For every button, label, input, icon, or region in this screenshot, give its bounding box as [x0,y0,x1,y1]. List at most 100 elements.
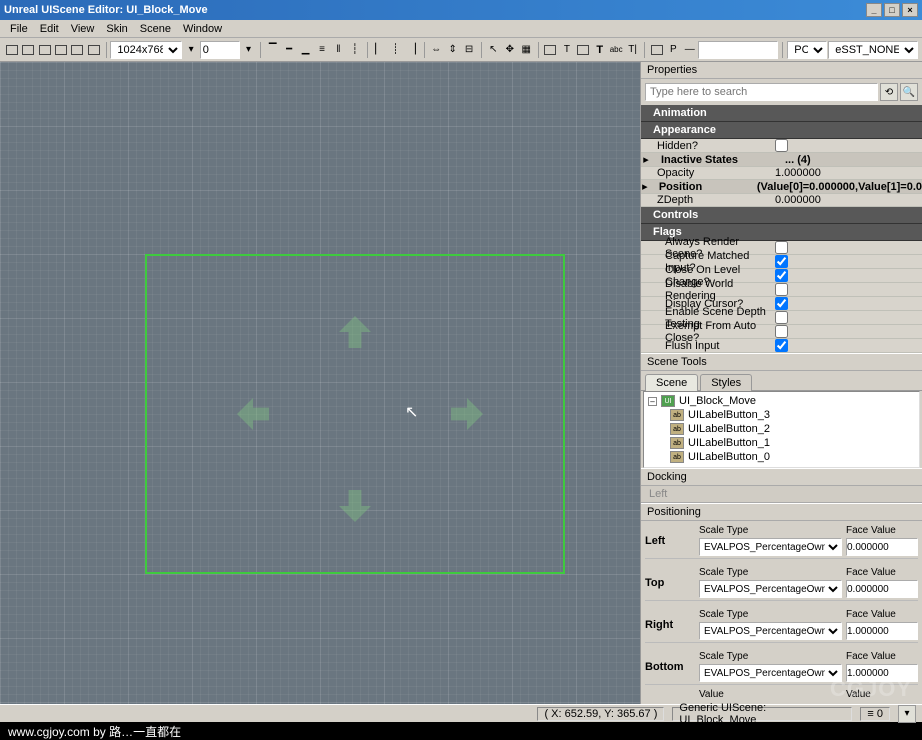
tool-btn-3[interactable] [37,41,52,59]
scale-type-dropdown[interactable]: EVALPOS_PercentageOwner [699,580,842,598]
tool-text-icon[interactable]: T [559,41,574,59]
maximize-button[interactable]: □ [884,3,900,17]
menu-skin[interactable]: Skin [100,23,133,35]
prop-row-position[interactable]: ▸ Position (Value[0]=0.000000,Value[1]=0… [641,180,922,194]
face-value-input[interactable] [846,622,918,640]
move-icon[interactable]: ✥ [502,41,517,59]
pointer-icon[interactable]: ↖ [486,41,501,59]
tool-btn-5[interactable] [70,41,85,59]
dist-btn-1[interactable]: ⇔ [429,41,444,59]
face-value-input[interactable] [846,580,918,598]
separator [644,42,645,58]
scale-type-dropdown[interactable]: EVALPOS_PercentageOwner [699,622,842,640]
tool-p-icon[interactable]: P [666,41,681,59]
tool-p1[interactable] [649,41,664,59]
menu-file[interactable]: File [4,23,34,35]
section-appearance[interactable]: Appearance [641,122,922,139]
scene-canvas[interactable]: ↖ [0,62,640,704]
toolbar-blank-field[interactable] [698,41,778,59]
search-go-icon[interactable]: 🔍 [900,83,918,101]
align-btn-5[interactable]: ‖ [331,41,346,59]
tool-btn-4[interactable] [53,41,68,59]
align-right-icon[interactable]: ▕ [404,41,419,59]
tree-item[interactable]: abUILabelButton_0 [646,450,917,464]
tree-root[interactable]: – UI UI_Block_Move [646,394,917,408]
prop-value[interactable]: 1.000000 [771,167,922,179]
scale-type-dropdown[interactable]: EVALPOS_PercentageOwner [699,664,842,682]
tree-item[interactable]: abUILabelButton_2 [646,422,917,436]
tool-btn-2[interactable] [20,41,35,59]
prop-row-inactive-states[interactable]: ▸ Inactive States ... (4) [641,153,922,167]
right-arrow-widget[interactable] [451,398,483,430]
flag-checkbox[interactable] [775,269,788,282]
flag-checkbox[interactable] [775,325,788,338]
collapse-icon[interactable]: – [648,397,657,406]
platform-dropdown[interactable]: PC [787,41,827,59]
tool-wire-icon[interactable]: ▦ [519,41,534,59]
align-left-icon[interactable]: ▏ [371,41,386,59]
expand-icon[interactable]: ▸ [641,180,649,193]
tool-tb-icon[interactable]: T [592,41,607,59]
tool-t1[interactable] [543,41,558,59]
tool-t3[interactable] [576,41,591,59]
tab-scene[interactable]: Scene [645,374,698,391]
face-value-input[interactable] [846,538,918,556]
separator [481,42,482,58]
status-spin-icon[interactable]: ▾ [898,705,916,723]
tool-btn-1[interactable] [4,41,19,59]
pos-side-label: Left [645,535,695,547]
flag-row: Flush Input [641,339,922,353]
align-mid-icon[interactable]: ━ [281,41,296,59]
tool-btn-6[interactable] [86,41,101,59]
align-bot-icon[interactable]: ▁ [298,41,313,59]
flag-checkbox[interactable] [775,297,788,310]
flag-checkbox[interactable] [775,311,788,324]
sst-dropdown[interactable]: eSST_NONE [828,41,918,59]
resolution-dropdown[interactable]: 1024x768 [110,41,182,59]
scale-type-label: Scale Type [699,525,842,536]
menu-scene[interactable]: Scene [134,23,177,35]
menu-view[interactable]: View [65,23,101,35]
face-value-input[interactable] [846,664,918,682]
prop-row-zdepth: ZDepth 0.000000 [641,194,922,207]
up-arrow-widget[interactable] [339,316,371,348]
scene-tree[interactable]: – UI UI_Block_Move abUILabelButton_3abUI… [643,391,920,468]
flag-checkbox[interactable] [775,283,788,296]
menu-window[interactable]: Window [177,23,228,35]
down-arrow-widget[interactable] [339,490,371,522]
search-clear-icon[interactable]: ⟲ [880,83,898,101]
menu-edit[interactable]: Edit [34,23,65,35]
tool-abc-icon[interactable]: abc [608,41,623,59]
flag-checkbox[interactable] [775,241,788,254]
section-controls[interactable]: Controls [641,207,922,224]
flag-checkbox[interactable] [775,255,788,268]
menu-bar: File Edit View Skin Scene Window [0,20,922,38]
num-spin-icon[interactable]: ▾ [241,41,256,59]
number-field[interactable] [200,41,240,59]
flag-label: Flush Input [641,340,771,352]
close-button[interactable]: × [902,3,918,17]
align-btn-6[interactable]: ┆ [347,41,362,59]
align-btn-4[interactable]: ≡ [314,41,329,59]
tree-item[interactable]: abUILabelButton_1 [646,436,917,450]
prop-value[interactable]: 0.000000 [771,194,922,206]
separator [645,558,918,559]
expand-icon[interactable]: ▸ [641,153,651,166]
selection-box[interactable] [145,254,565,574]
align-top-icon[interactable]: ▔ [265,41,280,59]
tab-styles[interactable]: Styles [700,374,752,391]
flag-checkbox[interactable] [775,339,788,352]
scale-type-dropdown[interactable]: EVALPOS_PercentageOwner [699,538,842,556]
section-animation[interactable]: Animation [641,105,922,122]
left-arrow-widget[interactable] [237,398,269,430]
tool-link-icon[interactable]: ― [682,41,697,59]
minimize-button[interactable]: _ [866,3,882,17]
tree-item[interactable]: abUILabelButton_3 [646,408,917,422]
res-spin-icon[interactable]: ▾ [183,41,198,59]
properties-search-input[interactable] [645,83,878,101]
dist-btn-2[interactable]: ⇕ [445,41,460,59]
align-center-icon[interactable]: ┊ [388,41,403,59]
hidden-checkbox[interactable] [775,139,788,152]
tool-ti-icon[interactable]: T| [625,41,640,59]
dist-btn-3[interactable]: ⊟ [461,41,476,59]
